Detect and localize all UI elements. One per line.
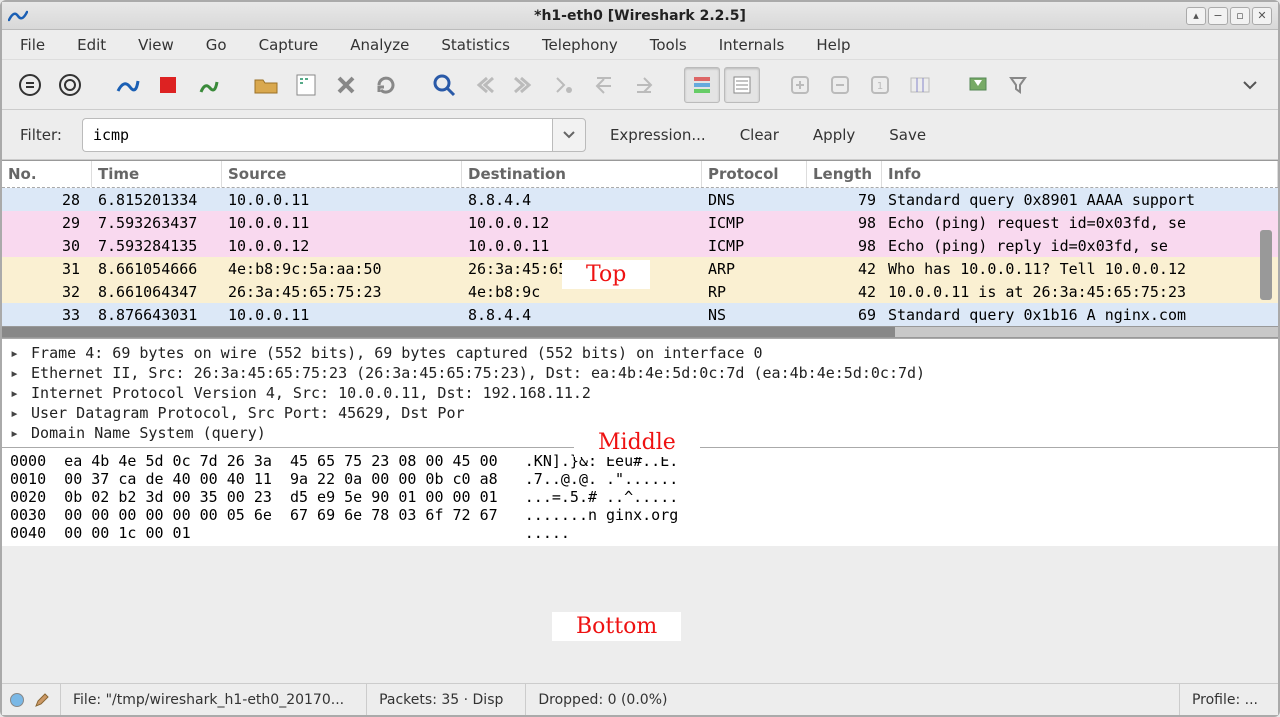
- interfaces-icon[interactable]: [12, 67, 48, 103]
- edit-capture-comment-icon[interactable]: [34, 692, 50, 708]
- menu-file[interactable]: File: [14, 32, 51, 58]
- toolbar: 1: [2, 60, 1278, 110]
- menu-analyze[interactable]: Analyze: [344, 32, 415, 58]
- go-last-icon[interactable]: [626, 67, 662, 103]
- packet-row[interactable]: 297.59326343710.0.0.1110.0.0.12ICMP98Ech…: [2, 211, 1278, 234]
- jump-icon[interactable]: [546, 67, 582, 103]
- resize-columns-icon[interactable]: [902, 67, 938, 103]
- minimize-button[interactable]: −: [1208, 7, 1228, 25]
- open-icon[interactable]: [248, 67, 284, 103]
- capture-filters-icon[interactable]: [960, 67, 996, 103]
- toolbar-overflow-icon[interactable]: [1232, 67, 1268, 103]
- options-icon[interactable]: [52, 67, 88, 103]
- col-time[interactable]: Time: [92, 161, 222, 187]
- byte-line[interactable]: 0010 00 37 ca de 40 00 40 11 9a 22 0a 00…: [10, 470, 1270, 488]
- filter-apply-button[interactable]: Apply: [803, 126, 865, 144]
- filter-dropdown-button[interactable]: [552, 118, 586, 152]
- menu-go[interactable]: Go: [200, 32, 233, 58]
- colorize-icon[interactable]: [684, 67, 720, 103]
- filter-clear-button[interactable]: Clear: [730, 126, 789, 144]
- packet-list-vscroll-thumb[interactable]: [1260, 230, 1272, 300]
- wireshark-logo-icon: [8, 6, 28, 26]
- menu-tools[interactable]: Tools: [644, 32, 693, 58]
- hscroll-thumb[interactable]: [2, 327, 895, 337]
- col-protocol[interactable]: Protocol: [702, 161, 807, 187]
- packet-row[interactable]: 307.59328413510.0.0.1210.0.0.11ICMP98Ech…: [2, 234, 1278, 257]
- filter-expression-button[interactable]: Expression...: [600, 126, 716, 144]
- filter-bar: Filter: Expression... Clear Apply Save: [2, 110, 1278, 160]
- save-icon[interactable]: [288, 67, 324, 103]
- window-up-button[interactable]: ▴: [1186, 7, 1206, 25]
- col-info[interactable]: Info: [882, 161, 1278, 187]
- window-controls: ▴ − ▫ ✕: [1186, 7, 1272, 25]
- packet-list-body[interactable]: 286.81520133410.0.0.118.8.4.4DNS79Standa…: [2, 188, 1278, 326]
- menu-capture[interactable]: Capture: [253, 32, 325, 58]
- menu-telephony[interactable]: Telephony: [536, 32, 624, 58]
- go-first-icon[interactable]: [586, 67, 622, 103]
- detail-line[interactable]: ▸ Frame 4: 69 bytes on wire (552 bits), …: [10, 343, 1270, 363]
- reload-icon[interactable]: [368, 67, 404, 103]
- titlebar: *h1-eth0 [Wireshark 2.2.5] ▴ − ▫ ✕: [2, 2, 1278, 30]
- zoom-in-icon[interactable]: [782, 67, 818, 103]
- menubar: File Edit View Go Capture Analyze Statis…: [2, 30, 1278, 60]
- maximize-button[interactable]: ▫: [1230, 7, 1250, 25]
- menu-internals[interactable]: Internals: [713, 32, 791, 58]
- find-icon[interactable]: [426, 67, 462, 103]
- close-button[interactable]: ✕: [1252, 7, 1272, 25]
- detail-line[interactable]: ▸ Ethernet II, Src: 26:3a:45:65:75:23 (2…: [10, 363, 1270, 383]
- wireshark-window: *h1-eth0 [Wireshark 2.2.5] ▴ − ▫ ✕ File …: [0, 0, 1280, 717]
- byte-line[interactable]: 0040 00 00 1c 00 01 .....: [10, 524, 1270, 542]
- start-capture-icon[interactable]: [110, 67, 146, 103]
- status-profile[interactable]: Profile: ...: [1179, 684, 1270, 715]
- packet-bytes-pane[interactable]: 0000 ea 4b 4e 5d 0c 7d 26 3a 45 65 75 23…: [2, 447, 1278, 546]
- col-destination[interactable]: Destination: [462, 161, 702, 187]
- zoom-out-icon[interactable]: [822, 67, 858, 103]
- packet-row[interactable]: 338.87664303110.0.0.118.8.4.4NS69Standar…: [2, 303, 1278, 326]
- detail-line[interactable]: ▸ User Datagram Protocol, Src Port: 4562…: [10, 403, 1270, 423]
- annotation-top: Top: [562, 260, 650, 289]
- status-file: File: "/tmp/wireshark_h1-eth0_20170...: [60, 684, 356, 715]
- restart-capture-icon[interactable]: [190, 67, 226, 103]
- filter-label: Filter:: [20, 126, 62, 144]
- main-panes: No. Time Source Destination Protocol Len…: [2, 160, 1278, 546]
- statusbar: File: "/tmp/wireshark_h1-eth0_20170... P…: [2, 683, 1278, 715]
- packet-list-pane[interactable]: No. Time Source Destination Protocol Len…: [2, 160, 1278, 338]
- status-packets: Packets: 35 · Disp: [366, 684, 515, 715]
- packet-list-hscrollbar[interactable]: [2, 326, 1278, 338]
- menu-edit[interactable]: Edit: [71, 32, 112, 58]
- go-back-icon[interactable]: [466, 67, 502, 103]
- col-length[interactable]: Length: [807, 161, 882, 187]
- annotation-bottom: Bottom: [552, 612, 681, 641]
- byte-line[interactable]: 0020 0b 02 b2 3d 00 35 00 23 d5 e9 5e 90…: [10, 488, 1270, 506]
- packet-row[interactable]: 286.81520133410.0.0.118.8.4.4DNS79Standa…: [2, 188, 1278, 211]
- detail-line[interactable]: ▸ Internet Protocol Version 4, Src: 10.0…: [10, 383, 1270, 403]
- window-title: *h1-eth0 [Wireshark 2.2.5]: [2, 8, 1278, 24]
- svg-text:1: 1: [877, 81, 883, 92]
- annotation-middle: Middle: [574, 428, 700, 457]
- byte-line[interactable]: 0030 00 00 00 00 00 00 05 6e 67 69 6e 78…: [10, 506, 1270, 524]
- col-source[interactable]: Source: [222, 161, 462, 187]
- filter-input-group: [82, 118, 586, 152]
- packet-list-header: No. Time Source Destination Protocol Len…: [2, 161, 1278, 188]
- menu-statistics[interactable]: Statistics: [435, 32, 516, 58]
- filter-input[interactable]: [82, 118, 552, 152]
- go-forward-icon[interactable]: [506, 67, 542, 103]
- display-filters-icon[interactable]: [1000, 67, 1036, 103]
- zoom-reset-icon[interactable]: 1: [862, 67, 898, 103]
- expert-info-icon[interactable]: [10, 693, 24, 707]
- close-file-icon[interactable]: [328, 67, 364, 103]
- status-dropped: Dropped: 0 (0.0%): [525, 684, 679, 715]
- filter-save-button[interactable]: Save: [879, 126, 936, 144]
- autoscroll-icon[interactable]: [724, 67, 760, 103]
- menu-help[interactable]: Help: [810, 32, 856, 58]
- stop-capture-icon[interactable]: [150, 67, 186, 103]
- col-no[interactable]: No.: [2, 161, 92, 187]
- menu-view[interactable]: View: [132, 32, 180, 58]
